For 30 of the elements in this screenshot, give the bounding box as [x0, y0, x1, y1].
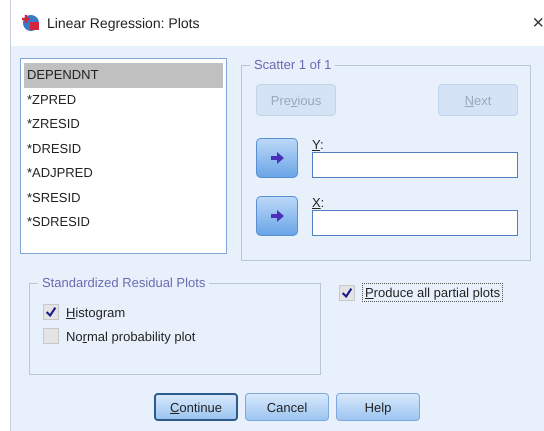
checkbox-label: Histogram: [66, 304, 126, 320]
dialog-button[interactable]: Continue: [154, 393, 238, 421]
arrow-icon: [269, 208, 285, 224]
checkbox-label: Produce all partial plots: [362, 283, 504, 302]
variable-list[interactable]: DEPENDNT *ZPRED *ZRESID *DRESID *ADJPRED *SRESID *SDRESID: [20, 58, 227, 254]
arrow-icon: [269, 150, 285, 166]
move-button[interactable]: [256, 196, 298, 236]
checkbox[interactable]: [43, 328, 59, 344]
list-item[interactable]: *SDRESID: [24, 210, 223, 234]
window-title: Linear Regression: Plots: [47, 15, 201, 31]
field-label: X:: [312, 196, 326, 210]
checkbox-label: Normal probability plot: [66, 328, 196, 344]
group-title: Standardized Residual Plots: [38, 275, 210, 290]
list-item[interactable]: DEPENDNT: [24, 63, 223, 88]
input-field[interactable]: [312, 210, 518, 236]
list-item[interactable]: *SRESID: [24, 186, 223, 210]
dialog-button[interactable]: Cancel: [245, 393, 329, 421]
group-title: Scatter 1 of 1: [250, 57, 336, 72]
checkbox[interactable]: [339, 284, 355, 300]
checkbox[interactable]: [43, 304, 59, 320]
field-label: Y:: [312, 138, 325, 152]
list-item[interactable]: *DRESID: [24, 136, 223, 161]
list-item[interactable]: *ZRESID: [24, 112, 223, 136]
move-button[interactable]: [256, 138, 298, 178]
list-item[interactable]: *ZPRED: [24, 88, 223, 112]
app-icon: [21, 13, 41, 33]
dialog-button[interactable]: Help: [336, 393, 420, 421]
close-button[interactable]: ×: [532, 12, 544, 34]
input-field[interactable]: [312, 152, 518, 178]
list-item[interactable]: *ADJPRED: [24, 161, 223, 186]
